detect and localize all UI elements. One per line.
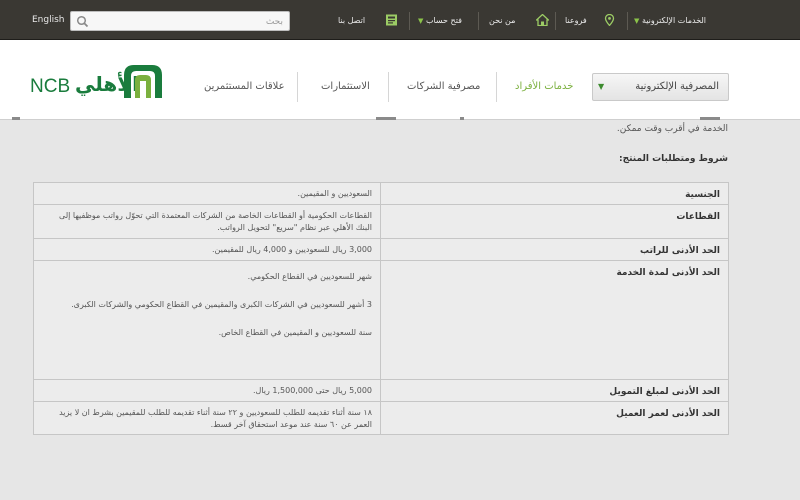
- top-divider: [478, 12, 479, 30]
- open-account-label: فتح حساب: [425, 16, 462, 25]
- value-line: سنة للسعوديين و المقيمين في القطاع الخاص…: [218, 328, 372, 337]
- clipped-text-row: [0, 117, 800, 121]
- row-label: الجنسية: [380, 182, 729, 205]
- search-input[interactable]: [93, 14, 283, 29]
- search-icon[interactable]: [76, 15, 89, 28]
- row-value: القطاعات الحكومية أو القطاعات الخاصة من …: [33, 204, 381, 239]
- row-label: الحد الأدنى لمبلغ التمويل: [380, 379, 729, 402]
- map-pin-icon[interactable]: [603, 14, 616, 26]
- product-terms-table: الجنسية السعوديين و المقيمين. القطاعات ا…: [33, 182, 729, 435]
- row-label: الحد الأدنى للراتب: [380, 238, 729, 261]
- ncb-emblem-icon: [124, 65, 162, 98]
- value-line: 5,000 ريال حتى 1,500,000 ريال.: [252, 386, 372, 395]
- nav-investor-relations[interactable]: علاقات المستثمرين: [204, 81, 285, 92]
- contact-us-link[interactable]: اتصل بنا: [338, 16, 365, 25]
- ncb-logo[interactable]: NCB الأهلي: [30, 63, 165, 103]
- language-english-link[interactable]: English: [32, 15, 65, 25]
- nav-divider: [496, 72, 497, 102]
- table-row: الحد الأدنى لعمر العميل ١٨ سنة أثناء تقد…: [33, 401, 729, 435]
- top-divider: [627, 12, 628, 30]
- table-row: الحد الأدنى للراتب 3,000 ريال للسعوديين …: [33, 238, 729, 261]
- nav-divider: [388, 72, 389, 102]
- home-icon[interactable]: [536, 14, 549, 26]
- top-bar: English اتصل بنا ▼ فتح حساب من نحن فروعن…: [0, 0, 800, 40]
- value-line: السعوديين و المقيمين.: [297, 189, 372, 198]
- phone-book-icon[interactable]: [385, 14, 398, 26]
- value-line: 3,000 ريال للسعوديين و 4,000 ريال للمقيم…: [212, 245, 372, 254]
- table-row: الجنسية السعوديين و المقيمين.: [33, 182, 729, 205]
- row-label: الحد الأدنى لمدة الخدمة: [380, 260, 729, 380]
- triangle-down-icon: ▼: [598, 82, 605, 91]
- value-line: القطاعات الحكومية أو القطاعات الخاصة من …: [59, 211, 372, 232]
- e-banking-dropdown[interactable]: ▼ المصرفية الإلكترونية: [592, 73, 729, 101]
- table-row: الحد الأدنى لمبلغ التمويل 5,000 ريال حتى…: [33, 379, 729, 402]
- nav-divider: [297, 72, 298, 102]
- logo-text-en: NCB: [30, 76, 71, 97]
- row-label: القطاعات: [380, 204, 729, 239]
- e-banking-label: المصرفية الإلكترونية: [635, 81, 719, 92]
- table-row: الحد الأدنى لمدة الخدمة شهر للسعوديين في…: [33, 260, 729, 380]
- row-value: 3,000 ريال للسعوديين و 4,000 ريال للمقيم…: [33, 238, 381, 261]
- nav-corporate-banking[interactable]: مصرفية الشركات: [407, 81, 480, 92]
- e-services-menu[interactable]: ▼ الخدمات الإلكترونية: [634, 16, 706, 25]
- table-row: القطاعات القطاعات الحكومية أو القطاعات ا…: [33, 204, 729, 239]
- value-line: 3 أشهر للسعوديين في الشركات الكبرى والمق…: [71, 300, 372, 309]
- top-divider: [409, 12, 410, 30]
- intro-text: الخدمة في أقرب وقت ممكن.: [616, 124, 728, 134]
- open-account-menu[interactable]: ▼ فتح حساب: [418, 16, 462, 25]
- e-services-label: الخدمات الإلكترونية: [641, 16, 707, 25]
- triangle-down-icon: ▼: [418, 17, 424, 25]
- value-line: شهر للسعوديين في القطاع الحكومي.: [247, 272, 372, 281]
- nav-investments[interactable]: الاستثمارات: [321, 81, 370, 92]
- section-title: شروط ومتطلبات المنتج:: [619, 154, 728, 164]
- row-value: شهر للسعوديين في القطاع الحكومي. 3 أشهر …: [33, 260, 381, 380]
- value-line: ١٨ سنة أثناء تقديمه للطلب للسعوديين و ٢٢…: [59, 408, 372, 429]
- top-divider: [555, 12, 556, 30]
- triangle-down-icon: ▼: [634, 17, 640, 25]
- nav-personal-services[interactable]: خدمات الأفراد: [515, 81, 573, 92]
- row-value: ١٨ سنة أثناء تقديمه للطلب للسعوديين و ٢٢…: [33, 401, 381, 435]
- about-us-link[interactable]: من نحن: [489, 16, 515, 25]
- row-label: الحد الأدنى لعمر العميل: [380, 401, 729, 435]
- search-box[interactable]: [70, 11, 290, 31]
- row-value: 5,000 ريال حتى 1,500,000 ريال.: [33, 379, 381, 402]
- main-header: NCB الأهلي علاقات المستثمرين الاستثمارات…: [0, 40, 800, 120]
- row-value: السعوديين و المقيمين.: [33, 182, 381, 205]
- branches-link[interactable]: فروعنا: [565, 16, 587, 25]
